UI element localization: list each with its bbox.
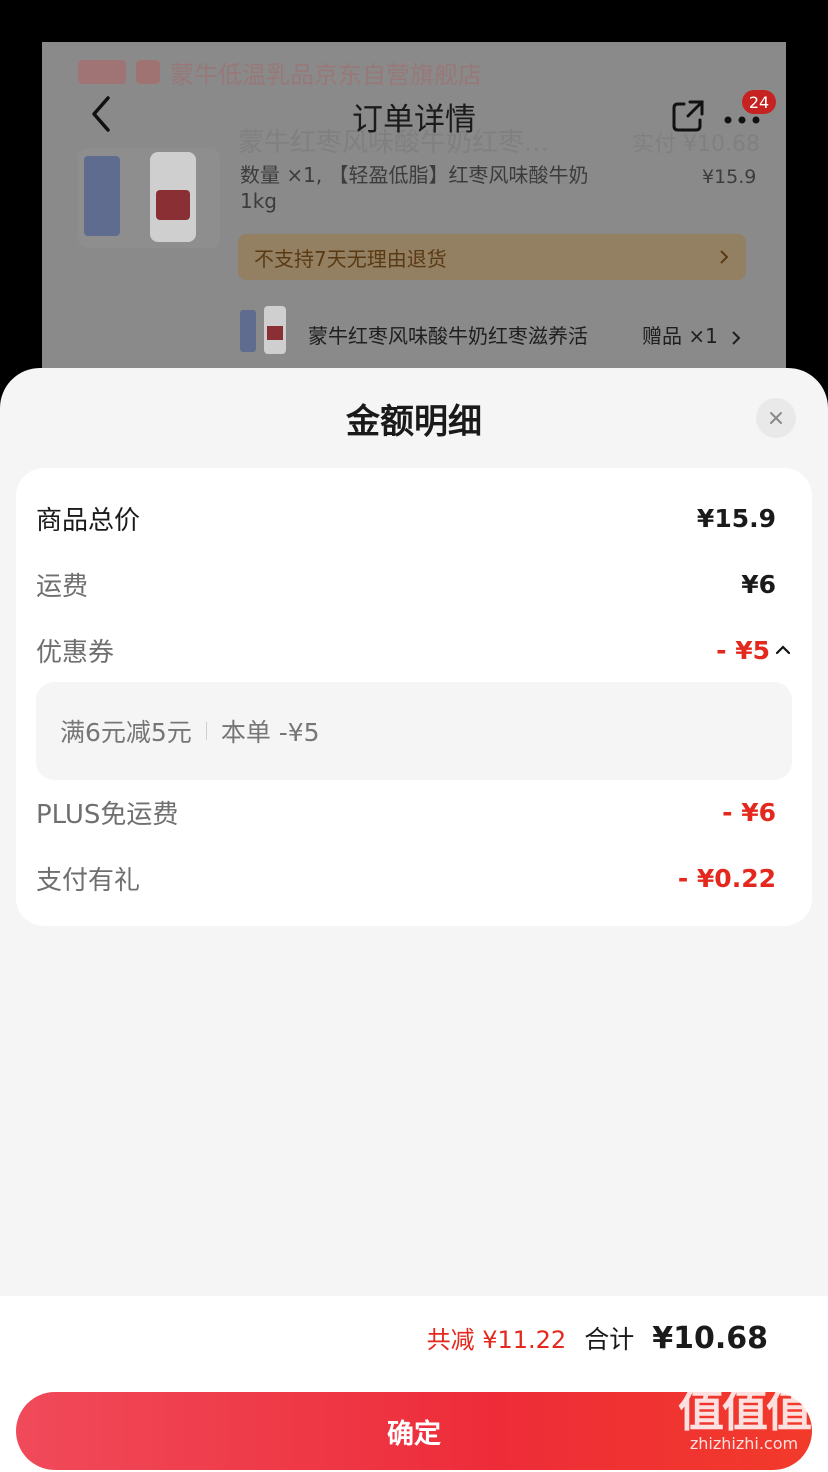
store-header: 蒙牛低温乳品京东自营旗舰店: [78, 56, 482, 89]
coupon-value: - ¥5: [716, 635, 770, 665]
total-summary: 共减 ¥11.22 合计 ¥10.68: [427, 1320, 768, 1360]
coupon-value-wrap: - ¥5: [716, 636, 792, 665]
no-return-text: 不支持7天无理由退货: [254, 246, 447, 271]
price-detail-card: 商品总价 ¥15.9 运费 ¥6 优惠券 - ¥5 满6元减5元 本单 -¥5 …: [16, 468, 812, 926]
row-goods-total: 商品总价 ¥15.9: [36, 498, 792, 538]
store-badge-icon: [136, 60, 160, 84]
store-tag-icon: [78, 60, 126, 84]
goods-total-value: ¥15.9: [696, 503, 776, 533]
total-discount: 共减 ¥11.22: [426, 1326, 567, 1354]
gift-name: 蒙牛红枣风味酸牛奶红枣滋养活: [308, 324, 588, 348]
store-name: 蒙牛低温乳品京东自营旗舰店: [170, 60, 482, 89]
sheet-title: 金额明细: [346, 402, 482, 442]
gift-image: [238, 306, 288, 356]
chevron-right-icon: [732, 330, 741, 345]
chevron-right-icon: [720, 250, 729, 264]
watermark-url: zhizhizhi.com: [689, 1434, 799, 1453]
watermark-logo: 值值值: [678, 1383, 812, 1437]
coupon-detail-box: 满6元减5元 本单 -¥5: [36, 682, 792, 780]
row-plus-free-shipping: PLUS免运费 - ¥6: [36, 792, 792, 832]
close-icon: [770, 412, 782, 424]
order-detail-card-dimmed: 蒙牛低温乳品京东自营旗舰店 蒙牛红枣风味酸牛奶红枣... 实付 ¥10.68 订…: [42, 42, 786, 422]
close-button[interactable]: [756, 398, 796, 438]
pay-gift-value: - ¥0.22: [677, 863, 776, 893]
divider: [205, 722, 207, 740]
coupon-applied: 本单 -¥5: [220, 718, 320, 747]
coupon-label: 优惠券: [36, 637, 115, 668]
chevron-up-icon[interactable]: [774, 641, 792, 659]
no-return-notice[interactable]: 不支持7天无理由退货: [238, 234, 746, 280]
total-value: ¥10.68: [652, 1321, 768, 1356]
goods-total-label: 商品总价: [36, 505, 141, 536]
plus-value: - ¥6: [722, 797, 776, 827]
total-label: 合计: [584, 1325, 635, 1354]
plus-label: PLUS免运费: [36, 799, 179, 830]
shipping-value: ¥6: [741, 569, 776, 599]
gift-quantity-text: 赠品 ×1: [642, 324, 718, 348]
message-count-badge: 24: [742, 90, 776, 114]
product-image[interactable]: [78, 148, 220, 248]
pay-gift-label: 支付有礼: [36, 865, 141, 896]
row-pay-gift: 支付有礼 - ¥0.22: [36, 858, 792, 898]
gift-quantity[interactable]: 赠品 ×1: [642, 320, 742, 349]
row-shipping: 运费 ¥6: [36, 564, 792, 604]
product-quantity-desc: 数量 ×1, 【轻盈低脂】红枣风味酸牛奶1kg: [240, 163, 589, 213]
coupon-rule: 满6元减5元: [60, 718, 192, 747]
product-price: ¥15.9: [702, 166, 757, 188]
background-page: 蒙牛低温乳品京东自营旗舰店 蒙牛红枣风味酸牛奶红枣... 实付 ¥10.68 订…: [0, 0, 828, 422]
watermark: 值值值 zhizhizhi.com: [674, 1386, 814, 1453]
row-coupon[interactable]: 优惠券 - ¥5: [36, 630, 792, 670]
footer-bar: 共减 ¥11.22 合计 ¥10.68 确定 值值值 zhizhizhi.com: [0, 1296, 828, 1472]
share-icon[interactable]: [670, 98, 706, 134]
shipping-label: 运费: [36, 571, 89, 602]
